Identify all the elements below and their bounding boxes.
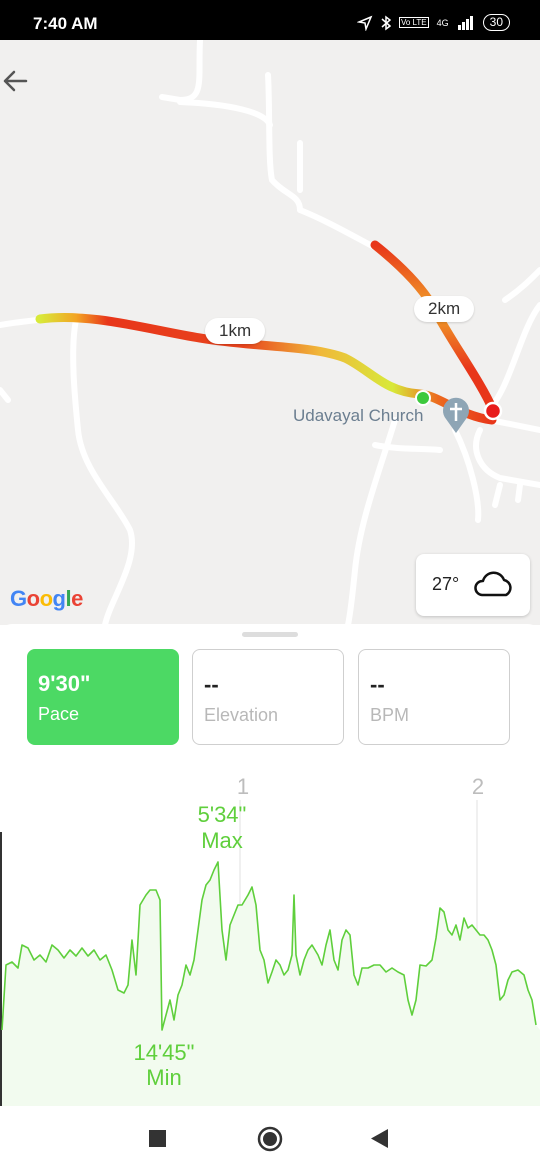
elevation-label: Elevation: [204, 705, 279, 725]
back-arrow-icon[interactable]: [0, 66, 30, 96]
cloud-icon: [474, 571, 512, 597]
church-pin-icon: [443, 397, 469, 433]
bpm-value: --: [370, 672, 385, 697]
bpm-label: BPM: [370, 705, 410, 725]
elevation-tab[interactable]: -- Elevation: [192, 649, 344, 745]
volte-icon: Vo LTE: [398, 17, 429, 28]
google-logo: Google: [10, 586, 83, 611]
km-marker-2: 2: [472, 774, 484, 799]
pace-label: Pace: [38, 704, 80, 724]
min-pace-value: 14'45": [134, 1040, 195, 1065]
system-nav-bar: [0, 1106, 540, 1170]
start-marker: [415, 390, 431, 406]
bluetooth-icon: [381, 15, 391, 30]
status-icons: Vo LTE 4G 30: [356, 14, 510, 31]
map-canvas: [0, 40, 540, 625]
pace-tab[interactable]: 9'30" Pace: [27, 649, 179, 745]
poi-label: Udavayal Church: [293, 406, 424, 425]
route-map[interactable]: 1km 2km Udavayal Church Google 27°: [0, 40, 540, 625]
signal-icon: [457, 15, 473, 30]
max-pace-label: Max: [201, 828, 243, 853]
pace-area: [2, 862, 540, 1106]
distance-label-2km: 2km: [414, 296, 475, 322]
location-arrow-icon: [356, 15, 373, 31]
recents-button-icon[interactable]: [149, 1130, 166, 1147]
back-button-icon[interactable]: [371, 1129, 389, 1148]
pace-value: 9'30": [38, 671, 91, 696]
km-marker-1: 1: [237, 774, 249, 799]
status-time: 7:40 AM: [33, 14, 98, 33]
map-roads: [0, 40, 540, 625]
end-marker: [483, 401, 503, 421]
max-pace-value: 5'34": [198, 802, 247, 827]
network-type: 4G: [436, 17, 449, 28]
pace-chart[interactable]: 1 2 5'34" Max 14'45" Min: [0, 764, 540, 1106]
battery-icon: 30: [482, 14, 510, 31]
home-button-icon[interactable]: [257, 1126, 283, 1152]
bpm-tab[interactable]: -- BPM: [358, 649, 510, 745]
elevation-value: --: [204, 672, 219, 697]
min-pace-label: Min: [146, 1065, 181, 1090]
weather-temperature: 27°: [432, 574, 460, 594]
weather-card[interactable]: 27°: [416, 554, 530, 616]
sheet-drag-handle[interactable]: [242, 632, 298, 637]
distance-label-1km: 1km: [205, 318, 266, 344]
